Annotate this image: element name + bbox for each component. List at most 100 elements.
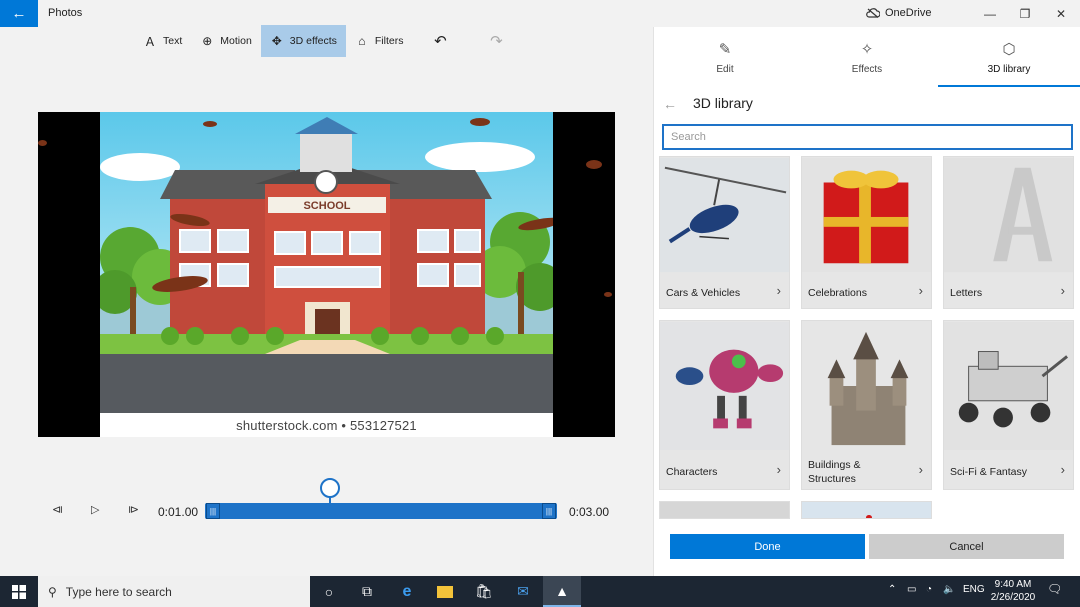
text-tool-label: Text — [163, 35, 183, 47]
robot-character-thumbnail — [660, 321, 789, 451]
filters-tool-button[interactable]: ⌂ Filters — [346, 25, 413, 57]
start-button[interactable] — [0, 576, 38, 607]
show-hidden-icons[interactable]: ⌃ — [888, 584, 896, 595]
side-panel: ✎ Edit ✧ Effects ⬡ 3D library ← 3D libra… — [653, 27, 1080, 576]
restore-button[interactable]: ❐ — [1007, 0, 1043, 27]
category-label: Characters — [666, 466, 718, 478]
school-scene-image: SCHOOL — [100, 112, 553, 414]
previous-frame-button[interactable]: ⧏ — [52, 503, 63, 516]
done-button[interactable]: Done — [670, 534, 865, 559]
category-label: Cars & Vehicles — [666, 287, 741, 299]
search-icon: ⚲ — [48, 584, 57, 599]
tab-edit[interactable]: ✎ Edit — [654, 27, 796, 87]
close-icon: ✕ — [1055, 6, 1067, 21]
trim-track[interactable] — [205, 503, 557, 519]
chevron-right-icon: › — [1060, 462, 1065, 477]
battery-icon[interactable]: ▭ — [907, 584, 916, 595]
trim-end-handle[interactable]: ||| — [542, 503, 556, 519]
skip-back-icon: ⧏ — [52, 504, 63, 516]
watermark: shutterstock.com • 553127521 — [100, 413, 553, 437]
3d-effects-tool-label: 3D effects — [289, 35, 337, 47]
skip-forward-icon: ⧐ — [128, 504, 139, 516]
video-preview[interactable]: SCHOOL shutterstock.com • 553127521 — [38, 112, 615, 437]
playhead-handle[interactable] — [320, 478, 340, 498]
library-back-button[interactable]: ← — [663, 96, 677, 112]
school-sign: SCHOOL — [303, 200, 350, 212]
minimize-button[interactable]: — — [972, 0, 1008, 27]
filters-tool-label: Filters — [374, 35, 404, 47]
text-tool-button[interactable]: Ａ Text — [134, 25, 191, 57]
rover-thumbnail — [944, 321, 1073, 451]
photos-taskbar-button[interactable]: ▲ — [543, 576, 581, 607]
taskbar-search[interactable]: ⚲ Type here to search — [38, 576, 310, 607]
motion-icon: ⊕ — [202, 34, 213, 48]
category-cars-vehicles[interactable]: Cars & Vehicles › — [659, 156, 790, 309]
clock-time: 9:40 AM — [994, 579, 1032, 590]
end-time: 0:03.00 — [569, 505, 610, 519]
tab-3d-library-label: 3D library — [987, 63, 1031, 75]
motion-tool-button[interactable]: ⊕ Motion — [191, 25, 261, 57]
chevron-right-icon: › — [1060, 283, 1065, 298]
category-buildings-structures[interactable]: Buildings & Structures › — [801, 320, 932, 490]
cortana-button[interactable]: ○ — [310, 576, 348, 607]
file-explorer-button[interactable] — [426, 576, 464, 607]
partial-thumbnail-dot — [866, 515, 872, 518]
arrow-left-icon: ← — [663, 96, 677, 112]
pencil-icon: ✎ — [718, 40, 732, 58]
category-celebrations[interactable]: Celebrations › — [801, 156, 932, 309]
language-indicator[interactable]: ENG — [963, 584, 985, 595]
mail-button[interactable]: ✉ — [504, 576, 542, 607]
tab-3d-library[interactable]: ⬡ 3D library — [938, 27, 1080, 87]
task-view-icon: ⧉ — [362, 583, 372, 599]
clock[interactable]: 9:40 AM 2/26/2020 — [990, 578, 1036, 604]
task-view-button[interactable]: ⧉ — [348, 576, 386, 607]
minimize-icon: — — [984, 6, 996, 21]
category-partial-2[interactable] — [801, 501, 932, 519]
store-icon: 🛍 — [475, 583, 493, 599]
redo-icon: ↷ — [490, 33, 503, 50]
edge-button[interactable]: e — [388, 576, 426, 607]
restore-icon: ❐ — [1019, 6, 1031, 21]
taskbar: ⚲ Type here to search ○ ⧉ e 🛍 ✉ ▲ ⌃ ▭ ◔ … — [0, 576, 1080, 607]
network-icon[interactable]: ◔ — [926, 584, 932, 595]
tab-effects[interactable]: ✧ Effects — [796, 27, 938, 87]
leaf-decoration — [38, 140, 47, 146]
play-button[interactable]: ▷ — [91, 503, 99, 516]
taskbar-search-placeholder: Type here to search — [65, 584, 172, 599]
3d-effects-icon: ✥ — [271, 34, 282, 48]
title-bar: ← Photos OneDrive — ❐ ✕ — [0, 0, 1080, 27]
app-title: Photos — [48, 7, 83, 19]
cancel-button[interactable]: Cancel — [869, 534, 1064, 559]
category-letters[interactable]: Letters › — [943, 156, 1074, 309]
close-button[interactable]: ✕ — [1043, 0, 1079, 27]
sparkle-icon: ✧ — [860, 40, 874, 58]
category-partial-1[interactable] — [659, 501, 790, 519]
category-sci-fi-fantasy[interactable]: Sci-Fi & Fantasy › — [943, 320, 1074, 490]
motion-tool-label: Motion — [220, 35, 252, 47]
notifications-icon[interactable]: 🗨 — [1047, 582, 1062, 596]
category-characters[interactable]: Characters › — [659, 320, 790, 490]
undo-icon: ↶ — [434, 33, 447, 50]
text-icon: Ａ — [143, 34, 156, 49]
library-search-input[interactable] — [662, 124, 1073, 150]
chevron-right-icon: › — [918, 462, 923, 477]
helicopter-thumbnail — [660, 157, 789, 273]
trim-start-handle[interactable]: ||| — [206, 503, 220, 519]
tab-edit-label: Edit — [716, 63, 734, 75]
tab-effects-label: Effects — [851, 63, 883, 75]
play-icon: ▷ — [91, 504, 100, 516]
cloud-offline-icon — [866, 8, 880, 18]
arrow-left-icon: ← — [11, 5, 27, 22]
leaf-decoration — [604, 292, 612, 297]
3d-effects-tool-button[interactable]: ✥ 3D effects — [260, 25, 346, 57]
undo-button[interactable]: ↶ — [412, 25, 468, 57]
chevron-right-icon: › — [776, 283, 781, 298]
folder-icon — [437, 585, 453, 598]
next-frame-button[interactable]: ⧐ — [128, 503, 139, 516]
onedrive-label: OneDrive — [885, 7, 932, 19]
store-button[interactable]: 🛍 — [465, 576, 503, 607]
back-button[interactable]: ← — [0, 0, 38, 27]
onedrive-status[interactable]: OneDrive — [866, 7, 931, 19]
redo-button[interactable]: ↷ — [468, 25, 524, 57]
volume-icon[interactable]: 🔈 — [943, 584, 955, 595]
